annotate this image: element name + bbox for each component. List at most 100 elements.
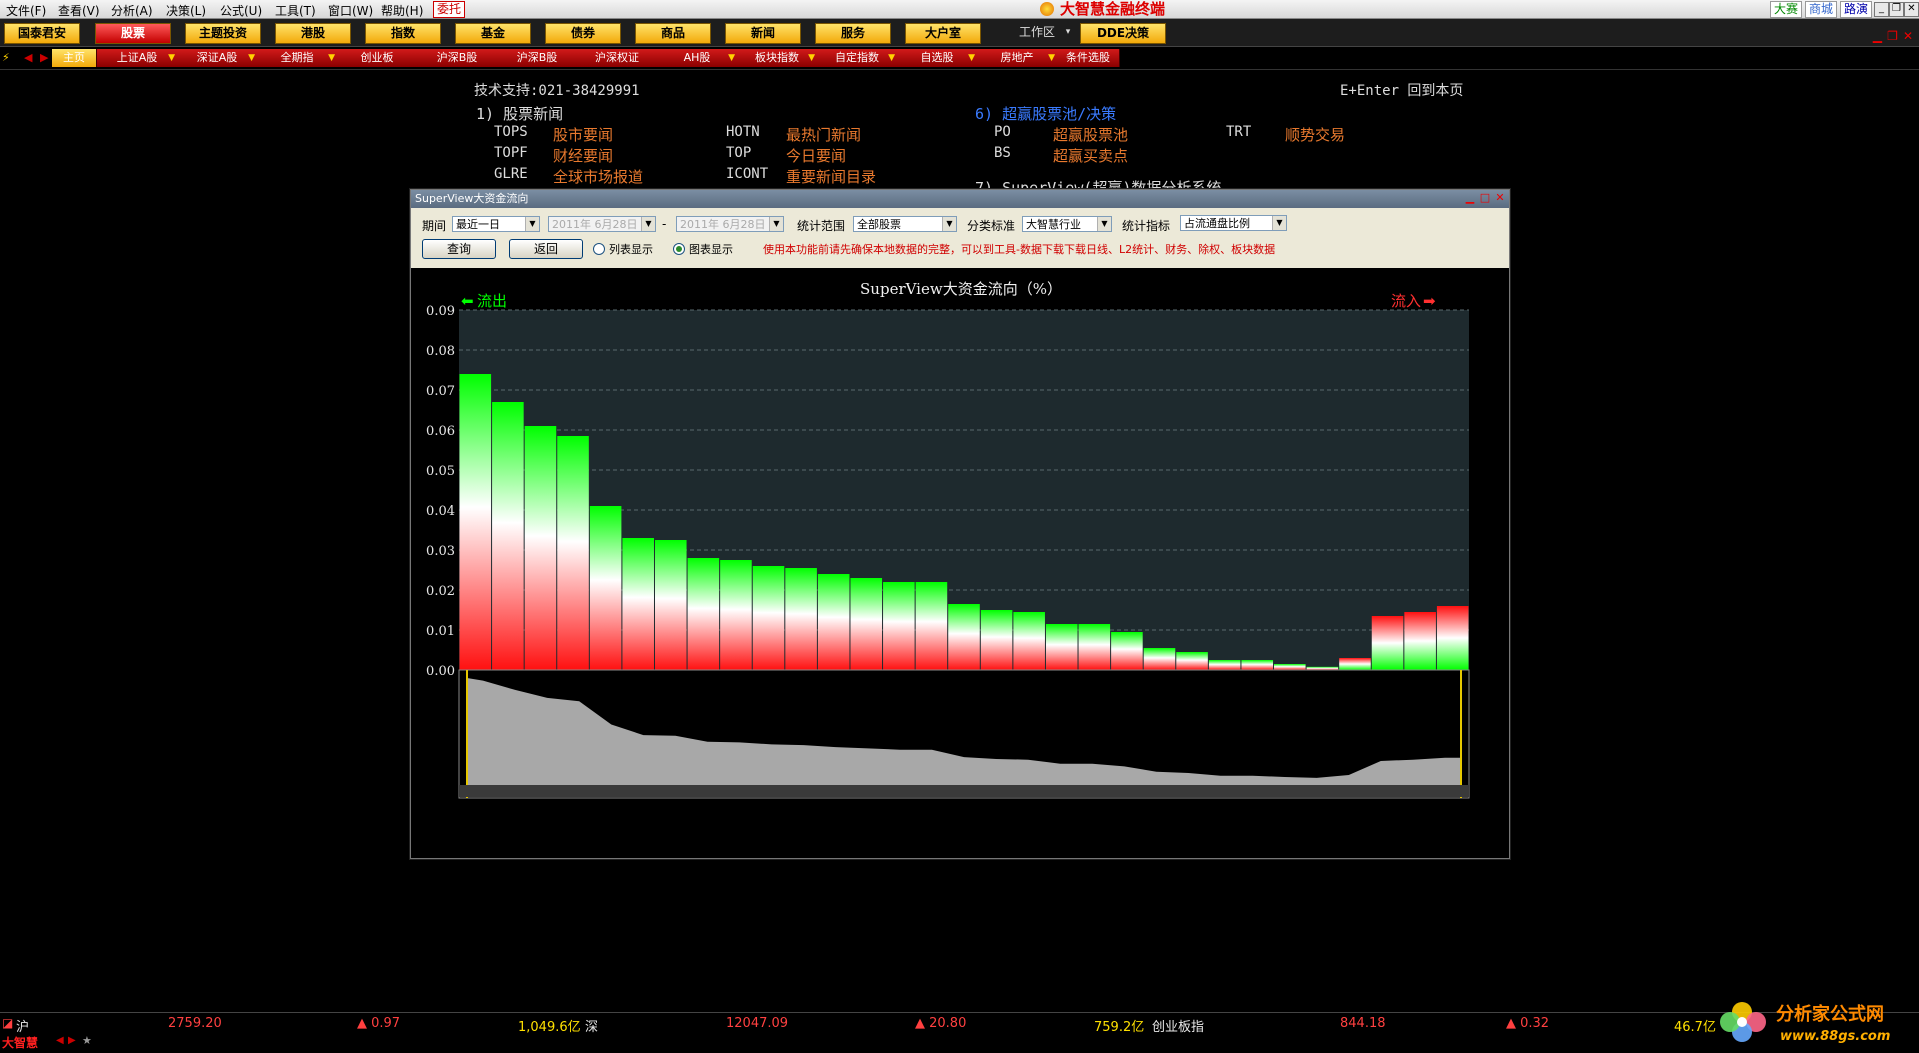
news-link[interactable]: 重要新闻目录 (786, 166, 876, 187)
chevron-down-icon[interactable]: ▼ (641, 217, 655, 231)
tab-13[interactable]: 条件选股 (1057, 49, 1120, 67)
bar-21[interactable] (1143, 648, 1176, 670)
toolbar-vip-button[interactable]: 大户室 (905, 23, 981, 44)
chart-view-label[interactable]: 图表显示 (689, 241, 733, 257)
toolbar-stock-button[interactable]: 股票 (95, 23, 171, 44)
bar-7[interactable] (687, 558, 720, 670)
chevron-down-icon[interactable]: ▼ (525, 217, 539, 231)
toolbar-news-button[interactable]: 新闻 (725, 23, 801, 44)
tab-dropdown-icon[interactable]: ▼ (168, 49, 175, 67)
superwin-link[interactable]: 超赢股票池 (1053, 124, 1128, 145)
tab-6[interactable]: 沪深B股 (497, 49, 578, 67)
chevron-down-icon[interactable]: ▼ (1272, 216, 1286, 230)
toolbar-workspace[interactable]: 工作区 (1012, 23, 1062, 42)
tab-dropdown-icon[interactable]: ▼ (328, 49, 335, 67)
overview-scrollbar[interactable] (459, 785, 1469, 797)
forward-arrow-icon[interactable]: ▶ (40, 51, 48, 64)
tab-10[interactable]: 自定指数 ▼ (817, 49, 898, 67)
minimize-icon[interactable]: _ (1874, 2, 1889, 17)
date-to-picker[interactable]: 2011年 6月28日 ▼ (676, 216, 784, 232)
menu-analysis[interactable]: 分析(A) (111, 2, 153, 19)
menu-help[interactable]: 帮助(H) (381, 2, 423, 19)
query-button[interactable]: 查询 (422, 239, 496, 259)
bar-1[interactable] (492, 402, 524, 670)
bar-29[interactable] (1404, 612, 1436, 670)
lightning-icon[interactable]: ⚡ (2, 51, 10, 64)
bar-20[interactable] (1111, 632, 1143, 670)
tab-1[interactable]: 上证A股 ▼ (97, 49, 178, 67)
toolbar-service-button[interactable]: 服务 (815, 23, 891, 44)
bar-2[interactable] (524, 426, 557, 670)
news-link[interactable]: 今日要闻 (786, 145, 846, 166)
metric-select[interactable]: 占流通盘比例 ▼ (1180, 215, 1287, 231)
toolbar-dde-button[interactable]: DDE决策 (1080, 23, 1166, 44)
toolbar-theme-button[interactable]: 主题投资 (185, 23, 261, 44)
date-from-picker[interactable]: 2011年 6月28日 ▼ (548, 216, 656, 232)
dialog-minimize-icon[interactable]: ▁ (1463, 192, 1477, 204)
restore-icon[interactable]: ❐ (1889, 2, 1904, 17)
toolbar-hk-button[interactable]: 港股 (275, 23, 351, 44)
bar-6[interactable] (654, 540, 687, 670)
bar-22[interactable] (1176, 652, 1208, 670)
scope-select[interactable]: 全部股票 ▼ (853, 216, 957, 232)
tab-dropdown-icon[interactable]: ▼ (248, 49, 255, 67)
bar-4[interactable] (589, 506, 622, 670)
chevron-down-icon[interactable]: ▼ (769, 217, 783, 231)
close-icon[interactable]: ✕ (1904, 2, 1919, 17)
tab-dropdown-icon[interactable]: ▼ (1048, 49, 1055, 67)
tab-2[interactable]: 深证A股 ▼ (177, 49, 258, 67)
menu-file[interactable]: 文件(F) (6, 2, 46, 19)
menu-decision[interactable]: 决策(L) (166, 2, 206, 19)
news-link[interactable]: 全球市场报道 (553, 166, 643, 187)
bar-17[interactable] (1013, 612, 1045, 670)
news-link[interactable]: 股市要闻 (553, 124, 613, 145)
news-link[interactable]: 财经要闻 (553, 145, 613, 166)
list-view-radio[interactable] (593, 243, 605, 255)
bar-11[interactable] (817, 574, 850, 670)
menu-window[interactable]: 窗口(W) (328, 2, 373, 19)
bar-28[interactable] (1371, 616, 1404, 670)
dialog-maximize-icon[interactable]: □ (1478, 192, 1492, 204)
chart-view-radio[interactable] (673, 243, 685, 255)
toolbar-restore-icon[interactable]: ❐ (1887, 29, 1898, 43)
bar-0[interactable] (459, 374, 492, 670)
bar-24[interactable] (1241, 660, 1274, 670)
toolbar-index-button[interactable]: 指数 (365, 23, 441, 44)
cyb-label[interactable]: 创业板指 (1152, 1016, 1204, 1035)
tab-3[interactable]: 全期指 ▼ (257, 49, 338, 67)
workspace-dropdown-icon[interactable]: ▾ (1062, 23, 1074, 42)
bar-23[interactable] (1208, 660, 1241, 670)
bar-9[interactable] (752, 566, 785, 670)
menu-tools[interactable]: 工具(T) (275, 2, 316, 19)
tab-8[interactable]: AH股 ▼ (657, 49, 738, 67)
star-icon[interactable]: ★ (82, 1034, 92, 1047)
bar-3[interactable] (557, 436, 589, 670)
bar-13[interactable] (883, 582, 915, 670)
tab-dropdown-icon[interactable]: ▼ (808, 49, 815, 67)
section-superview[interactable]: 7) SuperView(超赢)数据分析系统 (975, 177, 1221, 189)
classification-select[interactable]: 大智慧行业 ▼ (1022, 216, 1112, 232)
tab-12[interactable]: 房地产 ▼ (977, 49, 1058, 67)
period-select[interactable]: 最近一日 ▼ (452, 216, 540, 232)
toolbar-broker-button[interactable]: 国泰君安 (4, 23, 80, 44)
back-button[interactable]: 返回 (509, 239, 583, 259)
mall-button[interactable]: 商城 (1805, 1, 1838, 18)
bar-27[interactable] (1339, 658, 1371, 670)
roadshow-button[interactable]: 路演 (1840, 1, 1873, 18)
bar-19[interactable] (1078, 624, 1111, 670)
toolbar-close-icon[interactable]: ✕ (1903, 29, 1913, 43)
tab-9[interactable]: 板块指数 ▼ (737, 49, 818, 67)
bar-16[interactable] (980, 610, 1013, 670)
superwin-link[interactable]: 顺势交易 (1285, 124, 1345, 145)
list-view-label[interactable]: 列表显示 (609, 241, 653, 257)
bar-15[interactable] (948, 604, 980, 670)
tab-dropdown-icon[interactable]: ▼ (888, 49, 895, 67)
section-superwin[interactable]: 6) 超赢股票池/决策 (975, 103, 1116, 124)
toolbar-bond-button[interactable]: 债券 (545, 23, 621, 44)
sz-label[interactable]: 深 (585, 1016, 598, 1035)
toolbar-minimize-icon[interactable]: ▁ (1873, 29, 1882, 43)
dialog-titlebar[interactable]: SuperView大资金流向 ▁ □ ✕ (411, 190, 1509, 208)
menu-view[interactable]: 查看(V) (58, 2, 100, 19)
tab-4[interactable]: 创业板 (337, 49, 418, 67)
bar-8[interactable] (720, 560, 752, 670)
